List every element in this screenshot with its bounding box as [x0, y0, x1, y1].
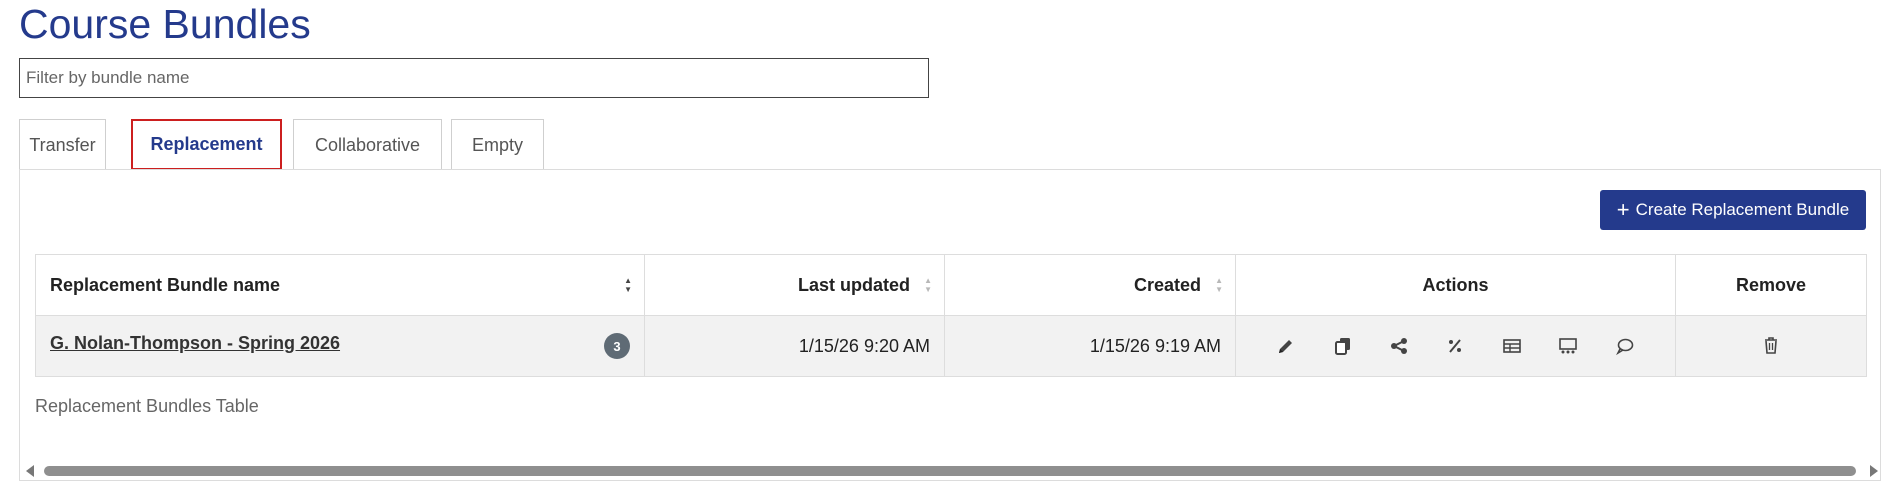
bundle-name-cell: G. Nolan-Thompson - Spring 2026 3: [35, 315, 645, 377]
actions-cell: [1235, 315, 1676, 377]
column-header-created[interactable]: Created ▲ ▼: [944, 254, 1236, 316]
column-label: Last updated: [797, 274, 910, 295]
last-updated-cell: 1/15/26 9:20 AM: [644, 315, 945, 377]
sort-icon: ▲ ▼: [1215, 276, 1223, 294]
percent-icon[interactable]: [1443, 334, 1467, 358]
column-label: Replacement Bundle name: [50, 274, 281, 295]
sort-icon: ▲ ▼: [924, 276, 932, 294]
scrollbar-thumb[interactable]: [44, 466, 1856, 476]
comment-icon[interactable]: [1613, 334, 1637, 358]
table-icon[interactable]: [1500, 334, 1524, 358]
remove-cell: [1675, 315, 1867, 377]
bundle-name-link[interactable]: G. Nolan-Thompson - Spring 2026: [50, 333, 340, 353]
filter-input[interactable]: [19, 58, 929, 98]
scroll-left-arrow[interactable]: [26, 465, 34, 477]
table-row: G. Nolan-Thompson - Spring 2026 3 1/15/2…: [35, 315, 1867, 377]
column-label: Created: [1133, 274, 1201, 295]
table-caption: Replacement Bundles Table: [35, 396, 259, 416]
table-header-row: Replacement Bundle name ▲ ▼ Last updated …: [35, 254, 1867, 316]
trash-icon[interactable]: [1759, 333, 1783, 357]
sort-icon: ▲ ▼: [624, 276, 632, 294]
presentation-icon[interactable]: [1556, 334, 1580, 358]
column-header-actions: Actions: [1235, 254, 1676, 316]
tab-collaborative[interactable]: Collaborative: [293, 119, 442, 170]
tab-replacement[interactable]: Replacement: [131, 119, 282, 170]
column-label: Remove: [1735, 274, 1807, 295]
tab-empty[interactable]: Empty: [451, 119, 544, 170]
column-label: Actions: [1422, 274, 1489, 295]
share-icon[interactable]: [1387, 334, 1411, 358]
horizontal-scrollbar[interactable]: [20, 463, 1880, 479]
column-header-bundle-name[interactable]: Replacement Bundle name ▲ ▼: [35, 254, 645, 316]
plus-icon: +: [1616, 197, 1630, 222]
column-header-remove: Remove: [1675, 254, 1867, 316]
create-replacement-bundle-button[interactable]: + Create Replacement Bundle: [1600, 190, 1866, 230]
course-count-badge: 3: [604, 333, 630, 359]
tab-transfer[interactable]: Transfer: [19, 119, 106, 170]
created-cell: 1/15/26 9:19 AM: [944, 315, 1236, 377]
edit-icon[interactable]: [1274, 334, 1298, 358]
copy-icon[interactable]: [1331, 334, 1355, 358]
create-button-label: Create Replacement Bundle: [1635, 200, 1850, 219]
page-title: Course Bundles: [19, 1, 311, 47]
replacement-bundles-table: Replacement Bundle name ▲ ▼ Last updated …: [35, 254, 1867, 377]
scroll-right-arrow[interactable]: [1870, 465, 1878, 477]
column-header-last-updated[interactable]: Last updated ▲ ▼: [644, 254, 945, 316]
